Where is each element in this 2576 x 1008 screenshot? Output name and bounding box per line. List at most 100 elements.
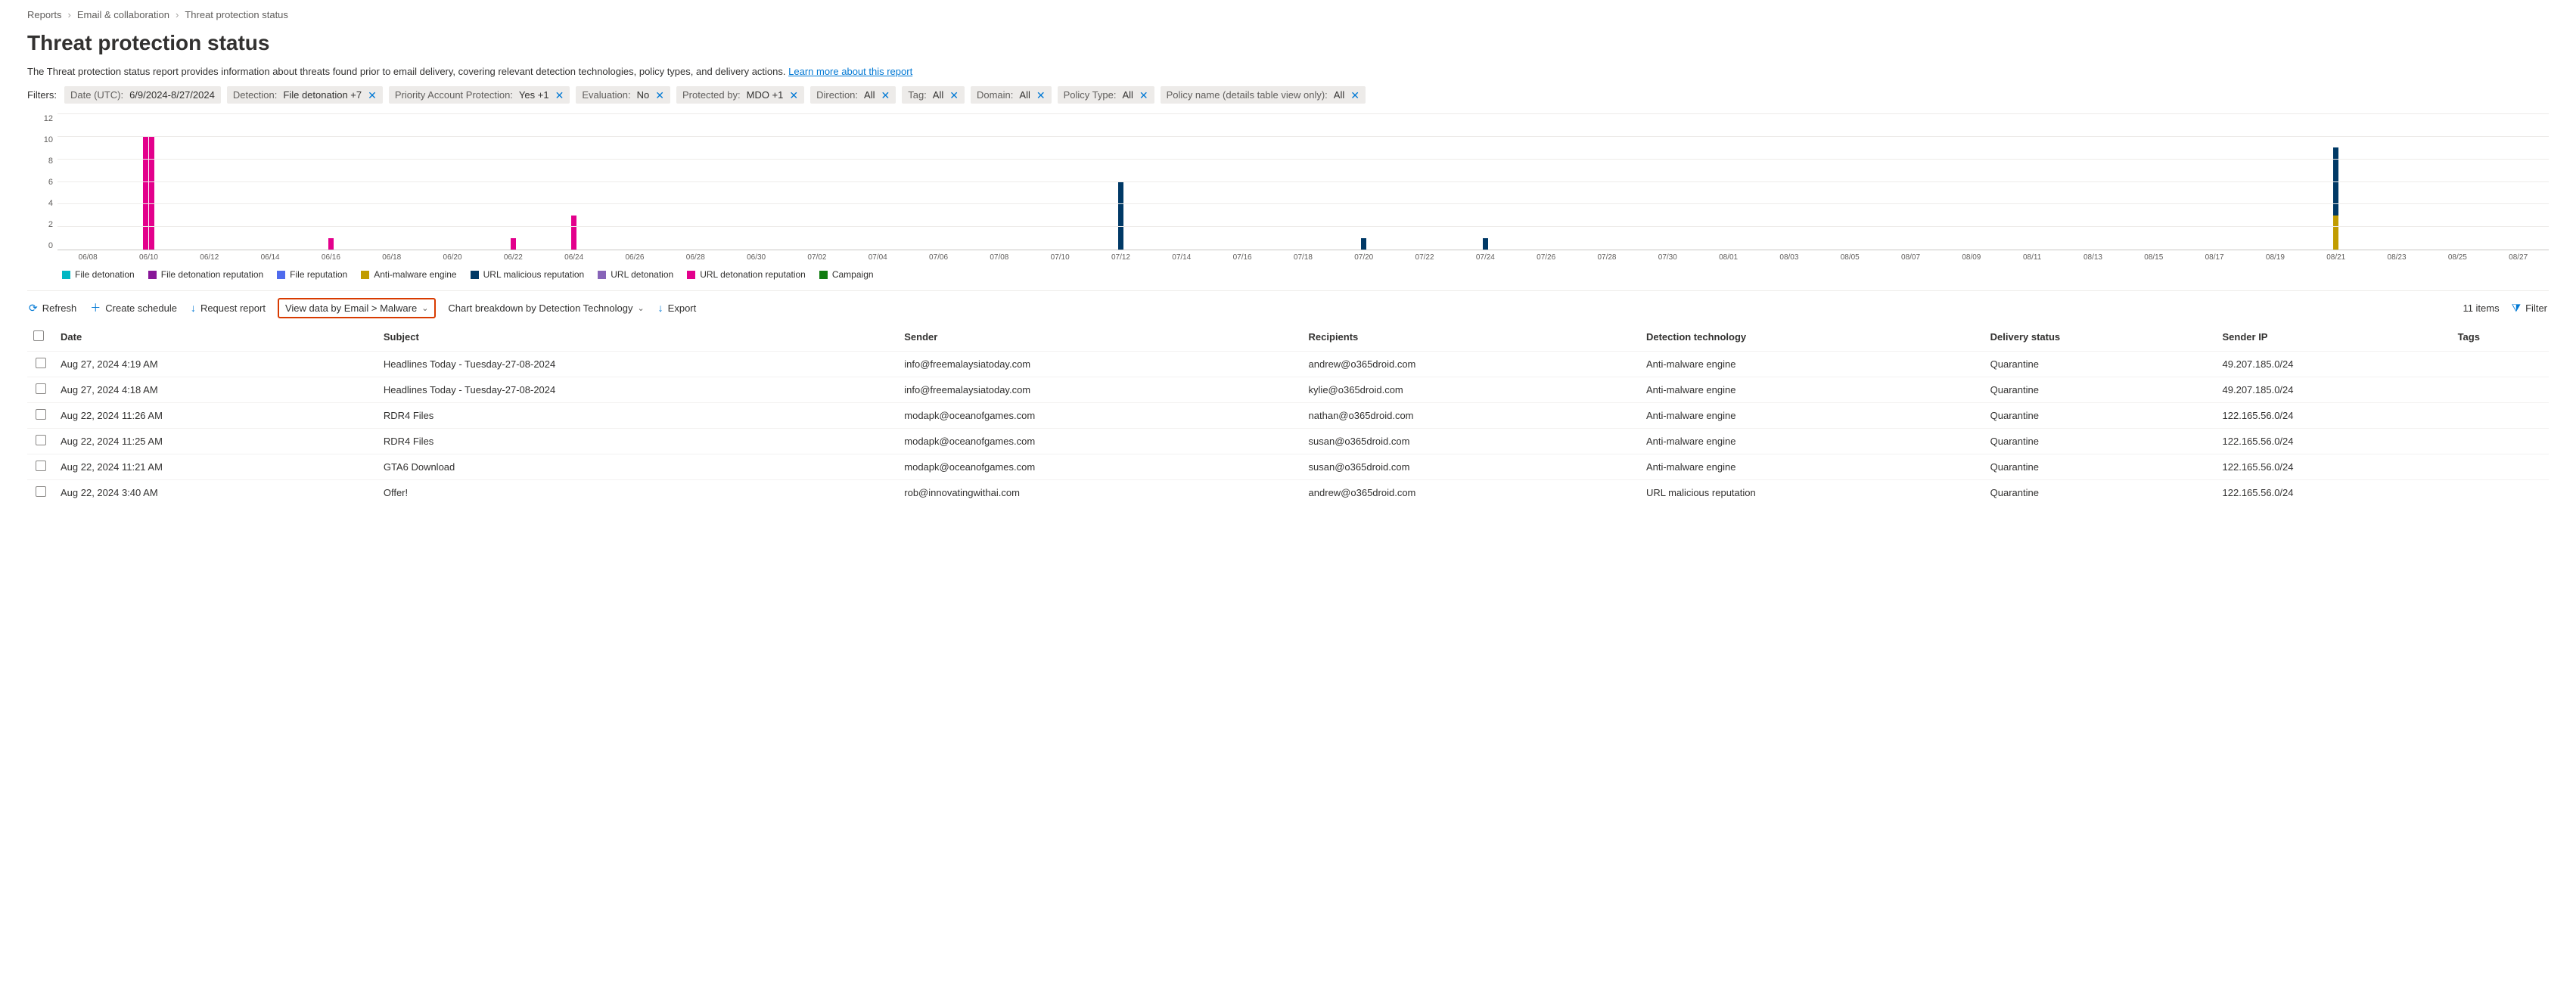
close-icon[interactable]: ✕ xyxy=(949,90,959,101)
table-row[interactable]: Aug 27, 2024 4:18 AMHeadlines Today - Tu… xyxy=(27,377,2549,403)
breadcrumb-reports[interactable]: Reports xyxy=(27,9,62,20)
legend-label: File detonation reputation xyxy=(161,269,263,280)
cell-date: Aug 27, 2024 4:19 AM xyxy=(54,352,378,377)
column-header[interactable]: Date xyxy=(54,323,378,352)
x-tick: 08/15 xyxy=(2124,250,2184,262)
filter-button[interactable]: ⧩Filter xyxy=(2510,299,2549,318)
legend-item[interactable]: URL malicious reputation xyxy=(471,269,585,280)
close-icon[interactable]: ✕ xyxy=(1139,90,1148,101)
column-header[interactable]: Recipients xyxy=(1303,323,1640,352)
close-icon[interactable]: ✕ xyxy=(368,90,377,101)
column-header[interactable]: Sender xyxy=(898,323,1302,352)
learn-more-link[interactable]: Learn more about this report xyxy=(788,66,912,77)
bar-slot xyxy=(2245,114,2305,250)
filter-chip[interactable]: Protected by: MDO +1✕ xyxy=(676,86,804,104)
filter-chip[interactable]: Evaluation: No✕ xyxy=(576,86,670,104)
swatch-icon xyxy=(62,271,70,279)
column-header[interactable]: Subject xyxy=(378,323,898,352)
cell-delivery: Quarantine xyxy=(1984,480,2217,506)
legend-item[interactable]: File detonation reputation xyxy=(148,269,263,280)
column-header[interactable]: Delivery status xyxy=(1984,323,2217,352)
close-icon[interactable]: ✕ xyxy=(789,90,798,101)
bar-slot xyxy=(422,114,483,250)
table-row[interactable]: Aug 22, 2024 11:26 AMRDR4 Filesmodapk@oc… xyxy=(27,403,2549,429)
bar-slot xyxy=(2002,114,2062,250)
filter-chip[interactable]: Tag: All✕ xyxy=(902,86,965,104)
create-schedule-button[interactable]: ＋Create schedule xyxy=(89,297,179,318)
filter-chip[interactable]: Priority Account Protection: Yes +1✕ xyxy=(389,86,570,104)
cell-subject: Offer! xyxy=(378,480,898,506)
table-row[interactable]: Aug 22, 2024 3:40 AMOffer!rob@innovating… xyxy=(27,480,2549,506)
table-row[interactable]: Aug 22, 2024 11:21 AMGTA6 Downloadmodapk… xyxy=(27,454,2549,480)
bar[interactable] xyxy=(1483,238,1488,250)
legend-item[interactable]: Campaign xyxy=(819,269,874,280)
x-tick: 07/22 xyxy=(1394,250,1455,262)
filter-chip[interactable]: Policy Type: All✕ xyxy=(1058,86,1154,104)
cell-ip: 122.165.56.0/24 xyxy=(2217,480,2452,506)
legend-item[interactable]: File reputation xyxy=(277,269,347,280)
close-icon[interactable]: ✕ xyxy=(1350,90,1359,101)
close-icon[interactable]: ✕ xyxy=(555,90,564,101)
cell-recipients: andrew@o365droid.com xyxy=(1303,480,1640,506)
row-checkbox[interactable] xyxy=(36,435,46,445)
bar-slot xyxy=(1151,114,1212,250)
bar[interactable] xyxy=(511,238,516,250)
bar[interactable] xyxy=(571,216,576,250)
filter-value: 6/9/2024-8/27/2024 xyxy=(129,89,215,101)
filter-chip[interactable]: Date (UTC): 6/9/2024-8/27/2024 xyxy=(64,86,221,104)
request-report-button[interactable]: ↓Request report xyxy=(189,299,267,317)
breadcrumb-email[interactable]: Email & collaboration xyxy=(77,9,169,20)
legend-item[interactable]: File detonation xyxy=(62,269,135,280)
legend-item[interactable]: URL detonation xyxy=(598,269,673,280)
filter-chip[interactable]: Domain: All✕ xyxy=(971,86,1052,104)
column-header[interactable]: Sender IP xyxy=(2217,323,2452,352)
y-tick: 4 xyxy=(48,199,53,208)
refresh-button[interactable]: ⟳Refresh xyxy=(27,299,78,318)
close-icon[interactable]: ✕ xyxy=(655,90,664,101)
close-icon[interactable]: ✕ xyxy=(881,90,890,101)
legend-item[interactable]: Anti-malware engine xyxy=(361,269,456,280)
bar-slot xyxy=(1577,114,1637,250)
bar[interactable] xyxy=(328,238,334,250)
x-tick: 08/09 xyxy=(1941,250,2002,262)
cell-subject: GTA6 Download xyxy=(378,454,898,480)
chart-breakdown-dropdown[interactable]: Chart breakdown by Detection Technology⌄ xyxy=(446,299,645,317)
bar[interactable] xyxy=(143,136,148,250)
column-header[interactable]: Detection technology xyxy=(1640,323,1984,352)
view-data-dropdown[interactable]: View data by Email > Malware⌄ xyxy=(278,298,436,318)
download-icon: ↓ xyxy=(658,302,663,314)
legend-label: Campaign xyxy=(832,269,874,280)
bar-slot xyxy=(665,114,726,250)
bar[interactable] xyxy=(1361,238,1366,250)
bar[interactable] xyxy=(149,136,154,250)
table-row[interactable]: Aug 22, 2024 11:25 AMRDR4 Filesmodapk@oc… xyxy=(27,429,2549,454)
filter-chip[interactable]: Direction: All✕ xyxy=(810,86,896,104)
cell-recipients: susan@o365droid.com xyxy=(1303,454,1640,480)
row-checkbox[interactable] xyxy=(36,358,46,368)
filter-key: Protected by: xyxy=(682,89,741,101)
y-tick: 2 xyxy=(48,220,53,229)
page-description: The Threat protection status report prov… xyxy=(27,66,2549,77)
bar[interactable] xyxy=(2333,216,2338,250)
filter-chip[interactable]: Policy name (details table view only): A… xyxy=(1161,86,1366,104)
row-checkbox[interactable] xyxy=(36,486,46,497)
table-row[interactable]: Aug 27, 2024 4:19 AMHeadlines Today - Tu… xyxy=(27,352,2549,377)
cell-sender: rob@innovatingwithai.com xyxy=(898,480,1302,506)
breadcrumb: Reports › Email & collaboration › Threat… xyxy=(27,9,2549,20)
page-title: Threat protection status xyxy=(27,31,2549,55)
row-checkbox[interactable] xyxy=(36,409,46,420)
row-checkbox[interactable] xyxy=(36,461,46,471)
cell-recipients: andrew@o365droid.com xyxy=(1303,352,1640,377)
filter-chip[interactable]: Detection: File detonation +7✕ xyxy=(227,86,383,104)
export-button[interactable]: ↓Export xyxy=(657,299,698,317)
row-checkbox[interactable] xyxy=(36,383,46,394)
select-all-checkbox[interactable] xyxy=(33,330,44,341)
download-icon: ↓ xyxy=(191,302,196,314)
x-tick: 08/03 xyxy=(1759,250,1819,262)
bar[interactable] xyxy=(1118,181,1123,250)
close-icon[interactable]: ✕ xyxy=(1036,90,1046,101)
legend-label: File reputation xyxy=(290,269,347,280)
column-header[interactable]: Tags xyxy=(2452,323,2549,352)
legend-item[interactable]: URL detonation reputation xyxy=(687,269,806,280)
cell-ip: 122.165.56.0/24 xyxy=(2217,454,2452,480)
